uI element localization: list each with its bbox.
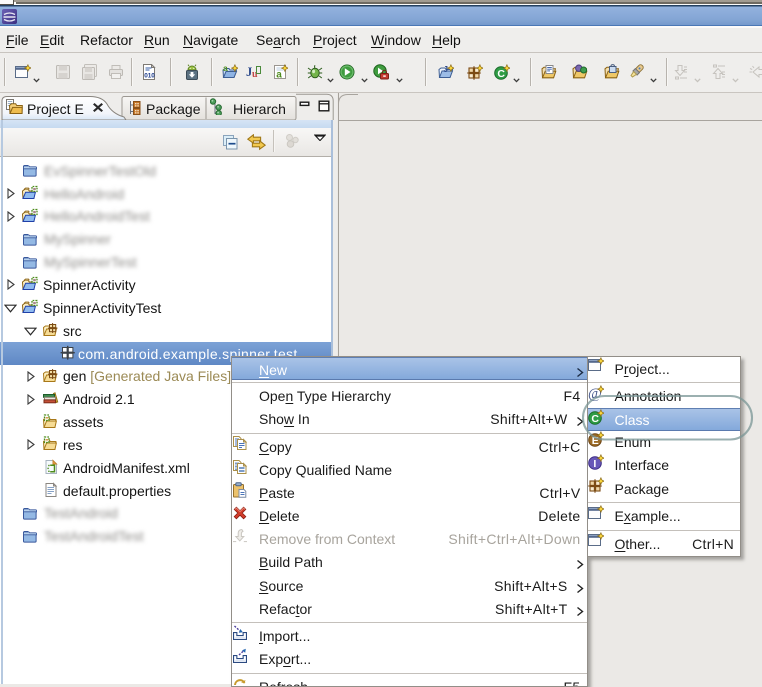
svg-text:J: J <box>444 65 448 74</box>
svg-text:a: a <box>276 70 282 81</box>
svg-text:a: a <box>223 64 228 73</box>
svg-text:C: C <box>497 68 505 80</box>
svg-text:I: I <box>593 458 596 470</box>
svg-text:u: u <box>252 69 258 80</box>
svg-text:010: 010 <box>144 73 155 80</box>
